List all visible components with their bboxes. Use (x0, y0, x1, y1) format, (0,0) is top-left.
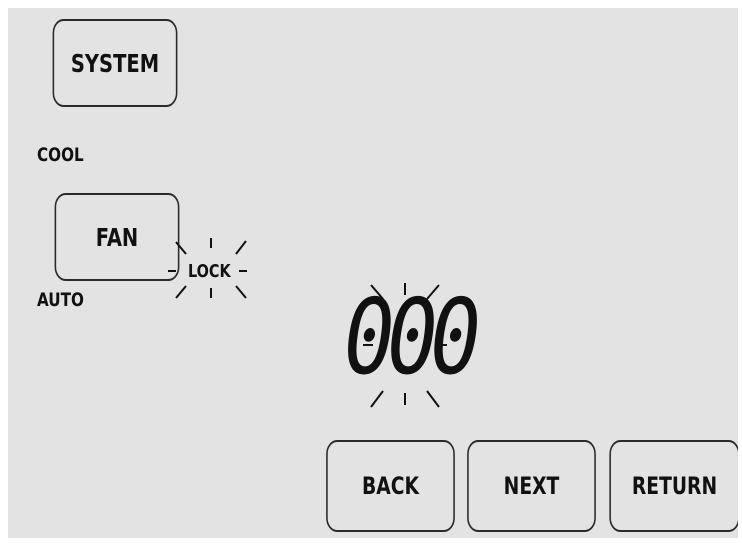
thermostat-screen: SYSTEM COOL FAN AUTO LOCK 000 BACK NEXT … (8, 8, 738, 538)
next-button[interactable]: NEXT (467, 440, 596, 532)
setpoint-display: 000 (335, 276, 573, 418)
back-button-label: BACK (361, 472, 419, 500)
lock-indicator: LOCK (168, 238, 248, 308)
return-button[interactable]: RETURN (609, 440, 738, 532)
system-mode-label: COOL (37, 144, 84, 166)
lock-label: LOCK (188, 261, 231, 282)
back-button[interactable]: BACK (326, 440, 455, 532)
return-button-label: RETURN (631, 472, 718, 500)
fan-button-label: FAN (95, 222, 139, 252)
fan-mode-label: AUTO (37, 289, 84, 311)
system-button[interactable]: SYSTEM (52, 19, 178, 107)
digit-readout: 000 (334, 276, 482, 398)
fan-button[interactable]: FAN (54, 193, 180, 281)
next-button-label: NEXT (503, 472, 560, 500)
system-button-label: SYSTEM (70, 48, 160, 78)
